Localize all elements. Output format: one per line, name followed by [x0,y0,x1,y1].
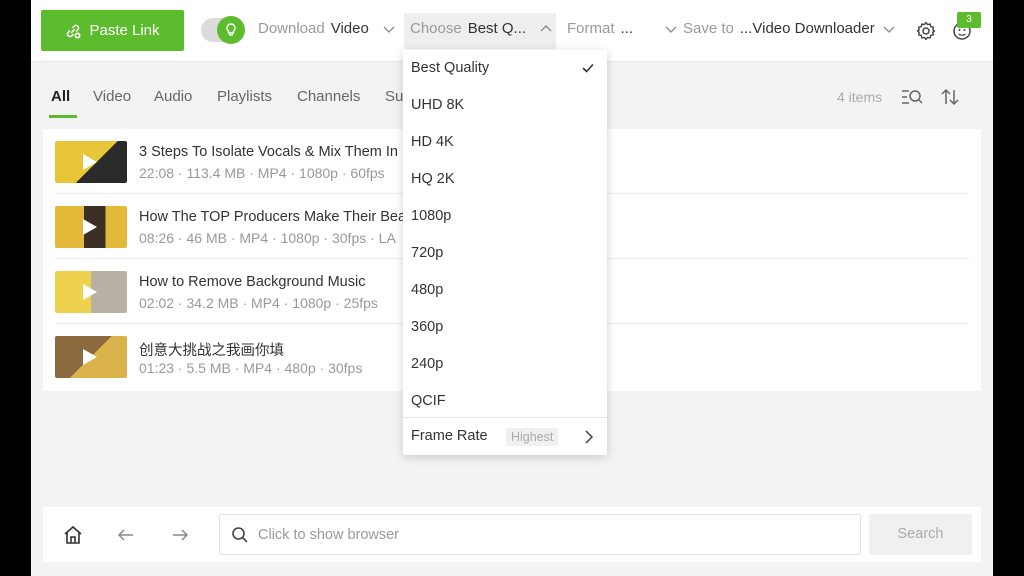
chevron-down-icon [665,23,677,35]
divider [403,417,607,418]
option-1080p[interactable]: 1080p [403,198,607,235]
option-hq-2k[interactable]: HQ 2K [403,161,607,198]
option-hd-4k[interactable]: HD 4K [403,124,607,161]
gear-icon[interactable] [915,20,937,42]
option-720p[interactable]: 720p [403,235,607,272]
forward-arrow-icon[interactable] [169,524,191,546]
browser-search-input[interactable] [258,515,853,554]
browser-bar: Search [43,507,981,562]
notification-badge: 3 [957,12,981,28]
download-value: Video [331,20,369,37]
format-label: Format [567,20,615,37]
search-icon [231,526,249,544]
browser-search-box[interactable] [219,514,861,555]
search-list-icon[interactable] [901,87,923,107]
chevron-right-icon[interactable] [583,430,595,444]
video-title: How to Remove Background Music [139,274,365,290]
frame-rate-label[interactable]: Frame Rate [411,428,488,444]
quality-dropdown[interactable]: Choose Best Q... [410,20,552,37]
save-to-dropdown[interactable]: Save to ...Video Downloader [683,20,895,37]
play-icon [83,219,97,235]
sort-icon[interactable] [939,87,961,107]
app-window: Paste Link Download Video Choose Best Q.… [31,0,993,576]
download-label: Download [258,20,325,37]
video-thumbnail [55,141,127,183]
checkmark-icon [581,61,595,75]
items-count: 4 items [837,89,882,105]
chevron-down-icon [383,23,395,35]
chevron-down-icon [883,23,895,35]
video-title: 创意大挑战之我画你填 [139,339,284,360]
video-meta: 02:02 · 34.2 MB · MP4 · 1080p · 25fps [139,295,378,311]
tab-audio[interactable]: Audio [154,88,192,105]
lightbulb-icon [217,16,245,44]
video-thumbnail [55,336,127,378]
video-meta: 22:08 · 113.4 MB · MP4 · 1080p · 60fps [139,165,385,181]
option-360p[interactable]: 360p [403,309,607,346]
frame-rate-value: Highest [506,428,558,446]
video-meta: 01:23 · 5.5 MB · MP4 · 480p · 30fps [139,360,362,376]
tab-all[interactable]: All [51,88,70,105]
chevron-up-icon [540,23,552,35]
play-icon [83,284,97,300]
paste-link-button[interactable]: Paste Link [41,10,184,51]
choose-value: Best Q... [468,20,526,37]
video-thumbnail [55,206,127,248]
tab-playlists[interactable]: Playlists [217,88,272,105]
option-best-quality[interactable]: Best Quality [403,50,607,87]
format-value: ... [621,20,634,37]
tab-channels[interactable]: Channels [297,88,360,105]
option-qcif[interactable]: QCIF [403,383,607,420]
smart-mode-toggle[interactable] [201,18,243,42]
option-480p[interactable]: 480p [403,272,607,309]
video-title: 3 Steps To Isolate Vocals & Mix Them In [139,144,398,160]
search-button[interactable]: Search [869,514,972,555]
video-title: How The TOP Producers Make Their Bea [139,209,406,225]
download-type-dropdown[interactable]: Download Video [258,20,395,37]
link-add-icon [65,23,81,39]
format-dropdown[interactable]: Format ... [567,20,677,37]
option-label: Best Quality [411,60,489,76]
video-thumbnail [55,271,127,313]
option-uhd-8k[interactable]: UHD 8K [403,87,607,124]
tab-video[interactable]: Video [93,88,131,105]
quality-dropdown-menu: Best Quality UHD 8K HD 4K HQ 2K 1080p 72… [403,50,607,455]
back-arrow-icon[interactable] [115,524,137,546]
save-value: ...Video Downloader [740,20,875,37]
choose-label: Choose [410,20,462,37]
tab-subscriptions[interactable]: Su [385,88,403,105]
play-icon [83,154,97,170]
paste-link-label: Paste Link [89,22,159,39]
play-icon [83,349,97,365]
save-label: Save to [683,20,734,37]
video-meta: 08:26 · 46 MB · MP4 · 1080p · 30fps · LA [139,230,396,246]
active-tab-indicator [49,115,77,118]
option-240p[interactable]: 240p [403,346,607,383]
home-icon[interactable] [62,524,84,546]
